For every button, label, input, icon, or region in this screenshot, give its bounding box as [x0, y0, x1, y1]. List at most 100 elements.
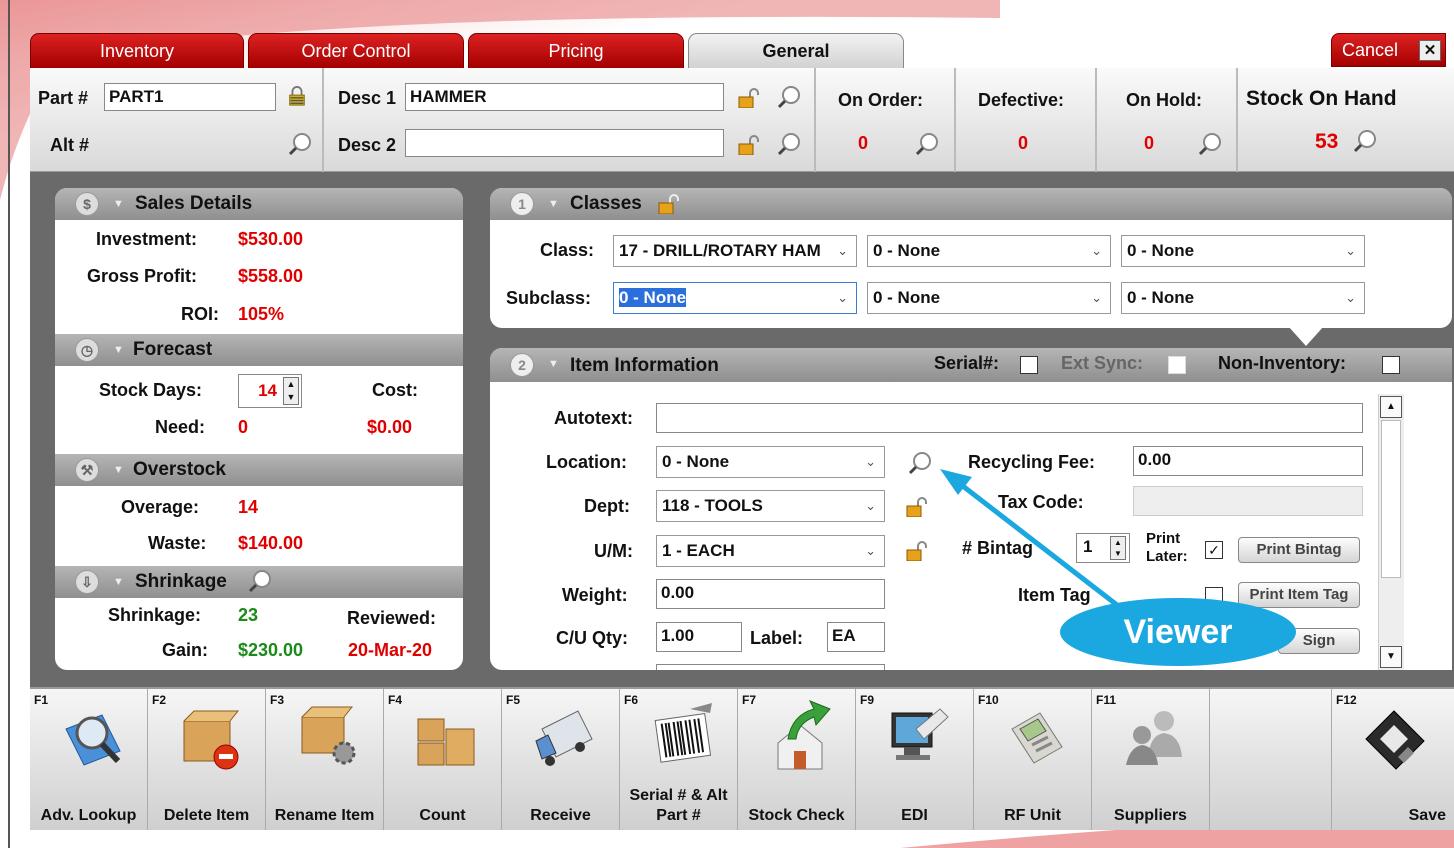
- tab-inventory[interactable]: Inventory: [30, 33, 244, 69]
- non-inventory-label: Non-Inventory:: [1218, 353, 1346, 373]
- count-button[interactable]: F4 Count: [384, 689, 502, 830]
- overstock-title: Overstock: [133, 459, 226, 480]
- on-hold-value: 0: [1144, 133, 1155, 153]
- rename-item-button[interactable]: F3 Rename Item: [266, 689, 384, 830]
- scroll-up-button[interactable]: ▲: [1380, 396, 1402, 418]
- magnifier-icon[interactable]: [914, 131, 940, 157]
- part-number-field[interactable]: PART1: [104, 83, 276, 111]
- stock-check-button[interactable]: F7 Stock Check: [738, 689, 856, 830]
- step-number: 2: [510, 353, 534, 377]
- subclass-select-1[interactable]: 0 - None ⌄: [613, 282, 857, 314]
- desc2-field[interactable]: [405, 129, 724, 157]
- magnifier-icon: [65, 714, 121, 766]
- class-label: Class:: [540, 240, 595, 260]
- dept-select[interactable]: 118 - TOOLS ⌄: [656, 490, 885, 522]
- magnifier-icon[interactable]: [776, 84, 802, 110]
- shrinkage-label: Shrinkage:: [108, 605, 202, 625]
- item-info-title: Item Information: [570, 355, 719, 376]
- barcode-icon: [654, 703, 712, 763]
- label-label: Label:: [750, 628, 804, 648]
- delete-item-button[interactable]: F2 Delete Item: [148, 689, 266, 830]
- step-number: 1: [510, 192, 534, 216]
- dept-label: Dept:: [584, 496, 630, 516]
- people-icon: [1126, 711, 1182, 765]
- tab-order-control[interactable]: Order Control: [248, 33, 464, 69]
- forecast-title: Forecast: [133, 339, 213, 360]
- divider: [1095, 68, 1097, 172]
- serial-checkbox[interactable]: [1020, 356, 1038, 374]
- desc1-field[interactable]: HAMMER: [405, 83, 724, 111]
- suppliers-button[interactable]: F11 Suppliers: [1092, 689, 1210, 830]
- unlocked-icon[interactable]: [738, 135, 760, 155]
- recycling-fee-field[interactable]: 0.00: [1133, 446, 1363, 476]
- class-select-1[interactable]: 17 - DRILL/ROTARY HAM ⌄: [613, 235, 857, 267]
- cu-qty-label: C/U Qty:: [556, 628, 628, 648]
- adv-lookup-button[interactable]: F1 Adv. Lookup: [30, 689, 148, 830]
- fkey-text: Suppliers: [1114, 807, 1187, 824]
- um-label: U/M:: [594, 541, 633, 561]
- location-value: 0 - None: [662, 452, 730, 471]
- boxes-icon: [417, 718, 475, 766]
- rf-unit-button[interactable]: F10 RF Unit: [974, 689, 1092, 830]
- location-select[interactable]: 0 - None ⌄: [656, 446, 885, 478]
- unlocked-icon[interactable]: [738, 88, 760, 108]
- receive-button[interactable]: F5 Receive: [502, 689, 620, 830]
- subclass-select-2[interactable]: 0 - None ⌄: [867, 282, 1111, 314]
- cu-qty-field[interactable]: 1.00: [656, 622, 742, 652]
- close-icon[interactable]: ✕: [1419, 40, 1441, 61]
- forecast-header[interactable]: ◷ ▼ Forecast: [55, 334, 463, 366]
- scroll-down-button[interactable]: ▼: [1380, 646, 1402, 668]
- tab-pricing[interactable]: Pricing: [468, 33, 684, 69]
- tax-code-field[interactable]: [1133, 486, 1363, 516]
- subclass-select-1-value: 0 - None: [619, 288, 687, 307]
- viewer-callout: Viewer: [1060, 598, 1296, 666]
- dept-value: 118 - TOOLS: [662, 496, 763, 515]
- defective-value: 0: [1018, 133, 1029, 153]
- overstock-header[interactable]: ⚒ ▼ Overstock: [55, 454, 463, 486]
- serial-alt-part-button[interactable]: F6 Serial # & Alt Part #: [620, 689, 738, 830]
- print-item-tag-button[interactable]: Print Item Tag: [1238, 582, 1360, 608]
- fkey-text: Receive: [530, 807, 591, 824]
- class-select-2-value: 0 - None: [873, 241, 941, 260]
- sales-details-header[interactable]: $ ▼ Sales Details: [55, 188, 463, 220]
- um-select[interactable]: 1 - EACH ⌄: [656, 535, 885, 567]
- magnifier-icon[interactable]: [776, 131, 802, 157]
- weight-label: Weight:: [562, 585, 628, 605]
- label-field[interactable]: EA: [827, 622, 885, 652]
- print-later-label: Print Later:: [1146, 530, 1188, 565]
- magnifier-icon[interactable]: [1197, 131, 1223, 157]
- classes-header[interactable]: 1 ▼ Classes: [490, 188, 1452, 220]
- weight-field[interactable]: 0.00: [656, 579, 885, 609]
- computer-icon: [891, 708, 949, 760]
- fkey-label: F7: [742, 693, 757, 707]
- stock-days-label: Stock Days:: [99, 380, 203, 400]
- class-select-2[interactable]: 0 - None ⌄: [867, 235, 1111, 267]
- magnifier-icon[interactable]: [247, 568, 273, 594]
- classes-title: Classes: [570, 193, 642, 214]
- cancel-button[interactable]: Cancel ✕: [1331, 33, 1446, 67]
- empty-key: [1210, 689, 1332, 830]
- location-label: Location:: [546, 452, 627, 472]
- ext-sync-checkbox[interactable]: [1168, 356, 1186, 374]
- scroll-thumb[interactable]: [1381, 420, 1401, 578]
- reviewed-label: Reviewed:: [347, 608, 437, 628]
- autotext-field[interactable]: [656, 403, 1363, 433]
- tab-general[interactable]: General: [688, 33, 904, 71]
- subclass-select-3[interactable]: 0 - None ⌄: [1121, 282, 1365, 314]
- print-bintag-button[interactable]: Print Bintag: [1238, 537, 1360, 563]
- magnifier-icon[interactable]: [287, 131, 313, 157]
- save-button[interactable]: F12 Save: [1332, 689, 1454, 830]
- spin-buttons[interactable]: ▲ ▼: [283, 377, 299, 405]
- class-select-3[interactable]: 0 - None ⌄: [1121, 235, 1365, 267]
- non-inventory-checkbox[interactable]: [1382, 356, 1400, 374]
- cost-value: $0.00: [367, 417, 413, 437]
- unlocked-icon[interactable]: [658, 194, 680, 214]
- edi-button[interactable]: F9 EDI: [856, 689, 974, 830]
- magnifier-icon[interactable]: [1352, 128, 1378, 154]
- next-field-edge: [656, 664, 885, 670]
- subclass-select-3-value: 0 - None: [1127, 288, 1195, 307]
- floppy-disk-icon: [1365, 710, 1425, 770]
- print-later-checkbox[interactable]: ✓: [1205, 541, 1223, 559]
- lock-icon[interactable]: [286, 86, 308, 106]
- gross-profit-label: Gross Profit:: [87, 266, 198, 286]
